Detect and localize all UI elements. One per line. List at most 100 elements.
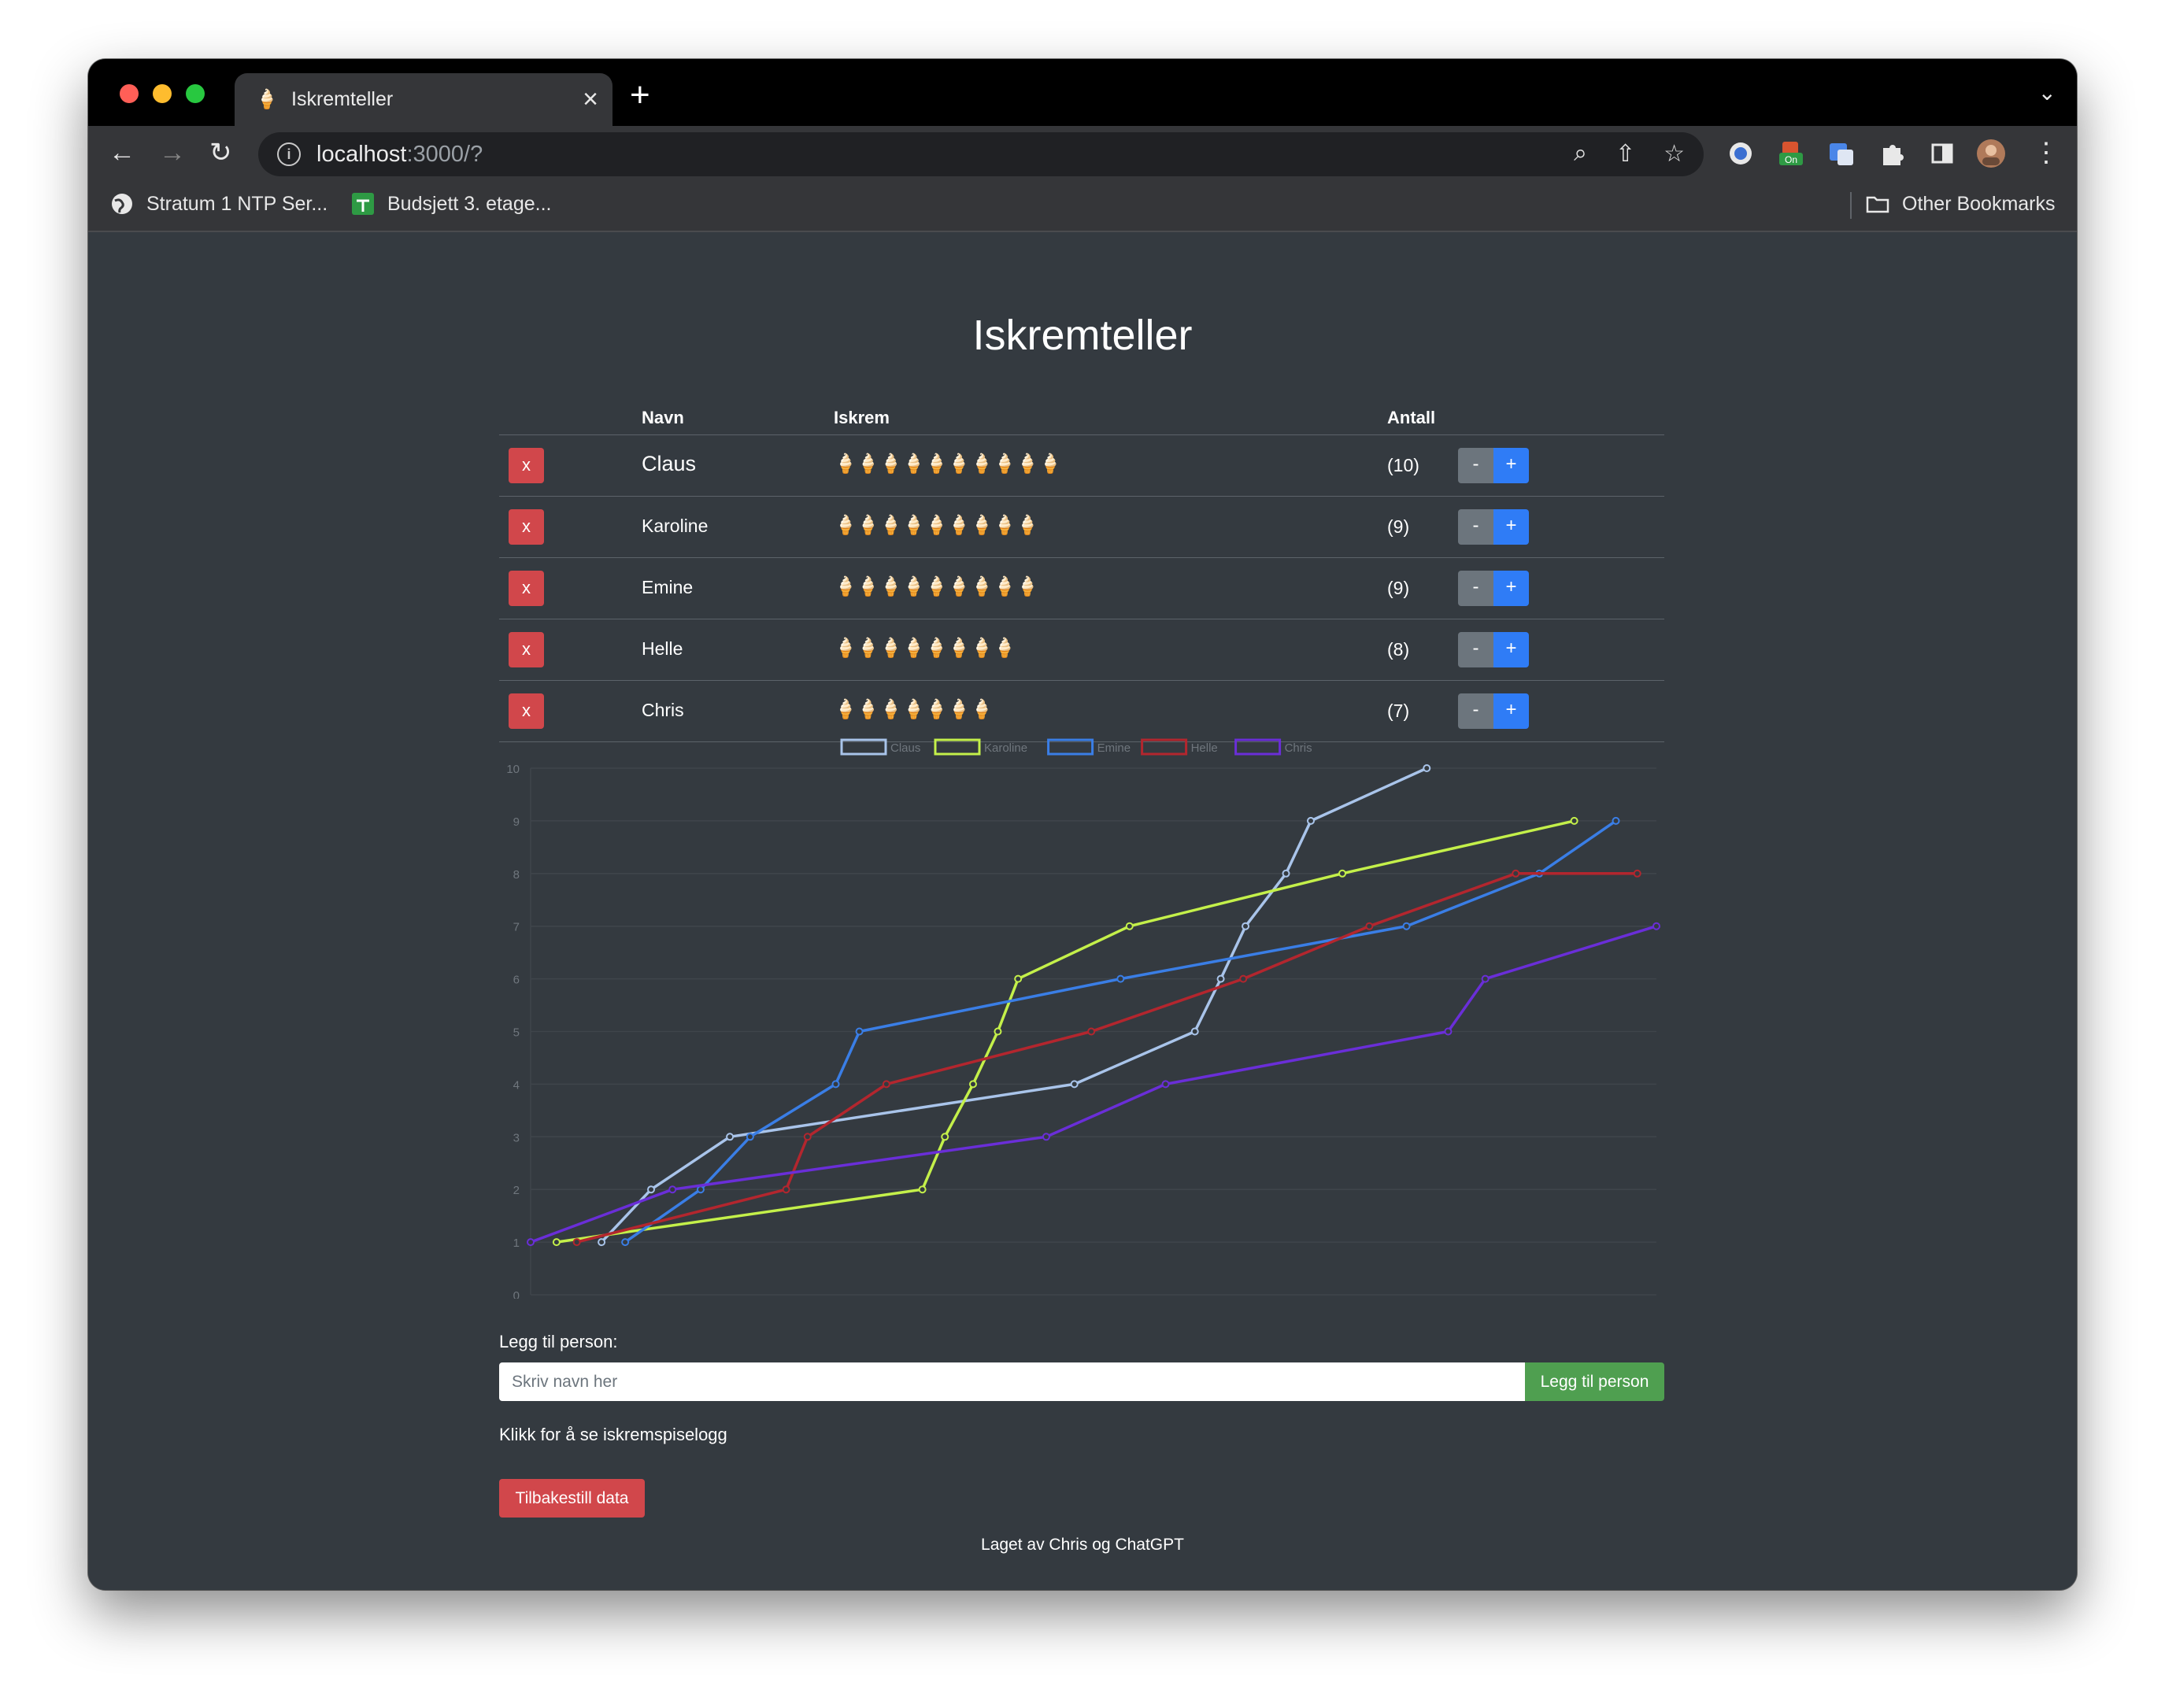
ice-cream-line-chart: 0 1 2 3 4 5 6 7 8 9 10 Claus Karoline Emine Helle Chris (506, 738, 1660, 1299)
add-person-button[interactable]: Legg til person (1525, 1362, 1664, 1401)
legend-swatch (934, 738, 981, 756)
increment-button[interactable]: + (1493, 632, 1529, 667)
legend-swatch (840, 738, 887, 756)
data-point (803, 1133, 812, 1141)
delete-person-button[interactable]: x (509, 509, 544, 545)
delete-person-button[interactable]: x (509, 448, 544, 483)
data-point (968, 1080, 977, 1089)
password-manager-extension-icon[interactable] (1726, 139, 1756, 168)
forward-arrow-icon[interactable]: → (159, 137, 186, 168)
add-person-form: Legg til person (499, 1362, 1664, 1401)
data-point (1512, 869, 1520, 878)
tab-strip: 🍦 Iskremteller × + ⌄ (88, 59, 2077, 126)
bookmark-star-icon[interactable]: ☆ (1664, 140, 1685, 168)
decrement-button[interactable]: - (1458, 632, 1493, 667)
person-name: Helle (642, 638, 683, 659)
decrement-button[interactable]: - (1458, 693, 1493, 729)
ice-cream-log-link[interactable]: Klikk for å se iskremspiselogg (499, 1425, 727, 1445)
data-point (598, 1238, 606, 1247)
delete-person-button[interactable]: x (509, 632, 544, 667)
data-point (696, 1185, 705, 1194)
data-point (647, 1185, 656, 1194)
bookmark-item[interactable]: Stratum 1 NTP Ser... (110, 192, 328, 216)
y-tick-label: 6 (513, 974, 520, 987)
y-tick-label: 3 (513, 1131, 520, 1144)
close-window-button[interactable] (120, 84, 139, 103)
legend-swatch (1141, 738, 1188, 756)
url-host: localhost (316, 141, 407, 167)
bookmark-item[interactable]: Budsjett 3. etage... (351, 192, 551, 216)
y-tick-label: 5 (513, 1026, 520, 1040)
table-row: x Karoline 🍦🍦🍦🍦🍦🍦🍦🍦🍦 (9) - + (499, 497, 1664, 558)
data-point (1402, 922, 1411, 930)
ice-cream-count: (8) (1387, 639, 1410, 660)
decrement-button[interactable]: - (1458, 571, 1493, 606)
data-point (1570, 816, 1578, 825)
data-point (726, 1133, 735, 1141)
browser-toolbar: ← → ↻ i localhost:3000/? ⌕ ⇧ ☆ On ⋮ (88, 126, 2077, 181)
legend-label: Helle (1191, 741, 1218, 755)
maximize-window-button[interactable] (186, 84, 205, 103)
decrement-button[interactable]: - (1458, 448, 1493, 483)
extension-badge-icon[interactable]: On (1776, 139, 1806, 168)
data-point (1306, 816, 1315, 825)
data-point (1338, 869, 1347, 878)
data-point (1282, 869, 1290, 878)
share-icon[interactable]: ⇧ (1615, 140, 1635, 168)
y-tick-label: 9 (513, 815, 520, 829)
legend-label: Emine (1097, 741, 1131, 755)
ice-cream-icons: 🍦🍦🍦🍦🍦🍦🍦🍦🍦 (834, 576, 1039, 597)
column-header-iskrem: Iskrem (834, 408, 890, 427)
ice-cream-icons: 🍦🍦🍦🍦🍦🍦🍦🍦🍦🍦 (834, 453, 1062, 475)
increment-button[interactable]: + (1493, 571, 1529, 606)
profile-avatar-icon[interactable] (1976, 139, 2006, 168)
decrement-button[interactable]: - (1458, 509, 1493, 545)
address-bar[interactable]: i localhost:3000/? ⌕ ⇧ ☆ (258, 132, 1704, 176)
series-line (600, 767, 1428, 1244)
person-name: Karoline (642, 516, 709, 536)
ice-cream-icons: 🍦🍦🍦🍦🍦🍦🍦🍦 (834, 638, 1016, 659)
ice-cream-count: (7) (1387, 701, 1410, 721)
data-point (1087, 1027, 1096, 1036)
reset-data-button[interactable]: Tilbakestill data (499, 1479, 645, 1518)
person-name-input[interactable] (499, 1362, 1525, 1401)
page-title: Iskremteller (972, 312, 1193, 359)
translate-icon[interactable] (1826, 139, 1856, 168)
back-arrow-icon[interactable]: ← (109, 137, 135, 168)
increment-button[interactable]: + (1493, 509, 1529, 545)
increment-button[interactable]: + (1493, 693, 1529, 729)
data-point (1161, 1080, 1170, 1089)
data-point (994, 1027, 1002, 1036)
spreadsheet-icon (352, 193, 374, 215)
increment-button[interactable]: + (1493, 448, 1529, 483)
data-point (1365, 922, 1374, 930)
legend-swatch (1234, 738, 1282, 756)
minimize-window-button[interactable] (153, 84, 172, 103)
ice-cream-icons: 🍦🍦🍦🍦🍦🍦🍦🍦🍦 (834, 515, 1039, 536)
extension-badge-text: On (1785, 154, 1797, 165)
person-name: Claus (642, 452, 697, 475)
delete-person-button[interactable]: x (509, 693, 544, 729)
table-row: x Helle 🍦🍦🍦🍦🍦🍦🍦🍦 (8) - + (499, 619, 1664, 681)
new-tab-icon[interactable]: + (630, 78, 650, 113)
folder-icon (1866, 196, 1889, 213)
extensions-puzzle-icon[interactable] (1877, 139, 1907, 168)
zoom-icon[interactable]: ⌕ (1574, 140, 1587, 168)
data-point (831, 1080, 840, 1089)
site-info-icon[interactable]: i (277, 142, 301, 166)
browser-menu-icon[interactable]: ⋮ (2033, 137, 2060, 168)
reload-icon[interactable]: ↻ (209, 137, 232, 168)
other-bookmarks[interactable]: Other Bookmarks (1866, 192, 2056, 216)
data-point (1190, 1027, 1199, 1036)
browser-tab[interactable]: 🍦 Iskremteller × (235, 73, 612, 126)
y-tick-label: 4 (513, 1078, 520, 1092)
chevron-down-icon[interactable]: ⌄ (2038, 79, 2056, 105)
legend-label: Claus (890, 741, 920, 755)
ice-cream-count: (9) (1387, 578, 1410, 598)
y-tick-label: 2 (513, 1184, 520, 1197)
close-tab-icon[interactable]: × (575, 84, 606, 115)
side-panel-icon[interactable] (1927, 139, 1957, 168)
url-path: :3000/? (406, 141, 483, 167)
delete-person-button[interactable]: x (509, 571, 544, 606)
data-point (782, 1185, 790, 1194)
